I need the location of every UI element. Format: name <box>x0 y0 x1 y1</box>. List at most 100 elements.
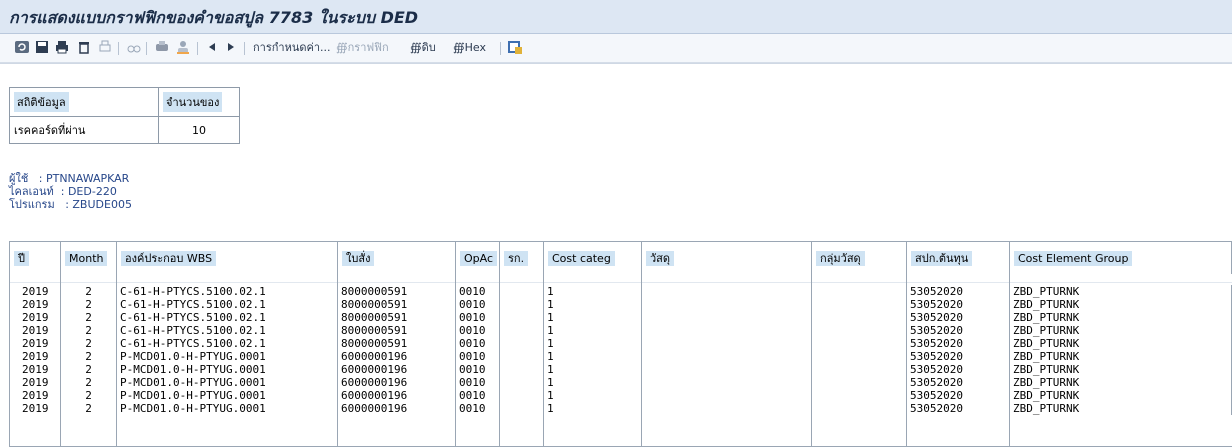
table-cell: ZBD_PTURNK <box>1010 311 1232 324</box>
table-row[interactable]: 2019 2 C-61-H-PTYCS.5100.02.1 8000000591 001… <box>10 285 1232 298</box>
table-cell: 6000000196 <box>338 389 456 402</box>
table-cell: 2019 <box>10 311 61 324</box>
table-cell: 1 <box>544 363 642 376</box>
table-cell <box>812 298 907 311</box>
table-cell <box>642 363 812 376</box>
table-cell: 0010 <box>456 350 500 363</box>
refresh-icon[interactable] <box>14 39 30 57</box>
column-header[interactable]: Cost Element Group <box>1010 242 1232 274</box>
table-cell: 53052020 <box>907 363 1010 376</box>
toolbar-separator <box>244 42 245 55</box>
table-cell: 0010 <box>456 311 500 324</box>
table-cell: 2019 <box>10 376 61 389</box>
table-cell <box>642 389 812 402</box>
table-cell <box>642 337 812 350</box>
table-cell: 2 <box>61 402 117 415</box>
table-cell <box>812 350 907 363</box>
table-cell: C-61-H-PTYCS.5100.02.1 <box>117 337 338 350</box>
hex-button[interactable]: ∰Hex <box>453 39 486 57</box>
table-cell: 2 <box>61 285 117 298</box>
table-cell: 53052020 <box>907 337 1010 350</box>
table-cell <box>642 324 812 337</box>
glasses-icon: ∰ <box>336 41 348 54</box>
table-cell: 2019 <box>10 298 61 311</box>
toolbar-separator <box>197 42 198 55</box>
table-cell: 2019 <box>10 350 61 363</box>
column-header-label: วัสดุ <box>646 251 675 266</box>
column-header-label: Month <box>65 251 108 266</box>
column-header[interactable]: สปก.ต้นทุน <box>907 242 1010 274</box>
table-cell: 8000000591 <box>338 337 456 350</box>
table-cell: 2 <box>61 363 117 376</box>
table-cell: 1 <box>544 350 642 363</box>
print-icon[interactable] <box>54 39 70 57</box>
table-row[interactable]: 2019 2 C-61-H-PTYCS.5100.02.1 8000000591 001… <box>10 298 1232 311</box>
column-header[interactable]: ปี <box>10 242 61 274</box>
table-cell: 2 <box>61 389 117 402</box>
statistics-table: สถิติข้อมูล จำนวนของ เรคคอร์ดที่ผ่าน 10 <box>9 87 240 144</box>
delete-icon[interactable] <box>76 39 92 57</box>
table-row[interactable]: 2019 2 C-61-H-PTYCS.5100.02.1 8000000591 001… <box>10 324 1232 337</box>
table-cell: 8000000591 <box>338 285 456 298</box>
table-cell: 53052020 <box>907 389 1010 402</box>
table-cell: 53052020 <box>907 298 1010 311</box>
table-cell: ZBD_PTURNK <box>1010 350 1232 363</box>
table-row[interactable]: 2019 2 P-MCD01.0-H-PTYUG.0001 6000000196 001… <box>10 363 1232 376</box>
toolbar-separator <box>118 42 119 55</box>
printer-disabled-icon[interactable] <box>97 39 113 57</box>
column-header[interactable]: Month <box>61 242 117 274</box>
table-cell: 2019 <box>10 363 61 376</box>
glasses-icon: ∰ <box>410 41 422 54</box>
table-cell: ZBD_PTURNK <box>1010 298 1232 311</box>
table-cell: 2 <box>61 324 117 337</box>
user-icon[interactable] <box>175 39 191 57</box>
raw-button[interactable]: ∰ดิบ <box>410 39 436 57</box>
column-header[interactable]: OpAc <box>456 242 500 274</box>
column-header[interactable]: ใบสั่ง <box>338 242 456 274</box>
table-cell <box>812 285 907 298</box>
table-cell <box>500 337 544 350</box>
table-cell: 0010 <box>456 376 500 389</box>
table-row[interactable]: 2019 2 P-MCD01.0-H-PTYUG.0001 6000000196 001… <box>10 376 1232 389</box>
table-cell: 1 <box>544 298 642 311</box>
graphic-button[interactable]: ∰กราฟฟิก <box>336 39 389 57</box>
program-line: โปรแกรม : ZBUDE005 <box>9 198 132 211</box>
table-cell: P-MCD01.0-H-PTYUG.0001 <box>117 402 338 415</box>
export-icon[interactable] <box>507 39 523 57</box>
table-cell: 0010 <box>456 363 500 376</box>
table-row[interactable]: 2019 2 P-MCD01.0-H-PTYUG.0001 6000000196 001… <box>10 389 1232 402</box>
column-header[interactable]: องค์ประกอบ WBS <box>117 242 338 274</box>
table-cell <box>812 402 907 415</box>
column-header[interactable]: Cost categ <box>544 242 642 274</box>
table-cell: 8000000591 <box>338 298 456 311</box>
table-cell: 2 <box>61 350 117 363</box>
user-line: ผู้ใช้ : PTNNAWAPKAR <box>9 172 130 185</box>
table-row[interactable]: 2019 2 C-61-H-PTYCS.5100.02.1 8000000591 001… <box>10 337 1232 350</box>
table-cell: ZBD_PTURNK <box>1010 337 1232 350</box>
table-cell <box>642 285 812 298</box>
table-row[interactable]: 2019 2 P-MCD01.0-H-PTYUG.0001 6000000196 001… <box>10 402 1232 415</box>
previous-page-icon[interactable] <box>205 39 219 57</box>
glasses-icon[interactable] <box>126 39 142 57</box>
table-cell: 6000000196 <box>338 376 456 389</box>
stats-header-col2: จำนวนของ <box>163 92 223 112</box>
spool-output-icon[interactable] <box>154 39 170 57</box>
table-cell: ZBD_PTURNK <box>1010 363 1232 376</box>
table-cell: 0010 <box>456 285 500 298</box>
table-cell <box>812 389 907 402</box>
table-row[interactable]: 2019 2 C-61-H-PTYCS.5100.02.1 8000000591 001… <box>10 311 1232 324</box>
table-cell: 6000000196 <box>338 402 456 415</box>
table-cell <box>500 324 544 337</box>
table-cell: 2 <box>61 311 117 324</box>
window-title: การแสดงแบบกราฟฟิกของคำขอสปูล 7783 ในระบบ… <box>9 8 419 27</box>
settings-button[interactable]: การกำหนดค่า... <box>253 39 331 57</box>
column-header[interactable]: วัสดุ <box>642 242 812 274</box>
table-row[interactable]: 2019 2 P-MCD01.0-H-PTYUG.0001 6000000196 001… <box>10 350 1232 363</box>
table-cell: 6000000196 <box>338 350 456 363</box>
save-icon[interactable] <box>34 39 50 57</box>
table-cell: 1 <box>544 376 642 389</box>
next-page-icon[interactable] <box>224 39 238 57</box>
column-header[interactable]: รก. <box>500 242 544 274</box>
column-header[interactable]: กลุ่มวัสดุ <box>812 242 907 274</box>
table-cell: ZBD_PTURNK <box>1010 324 1232 337</box>
